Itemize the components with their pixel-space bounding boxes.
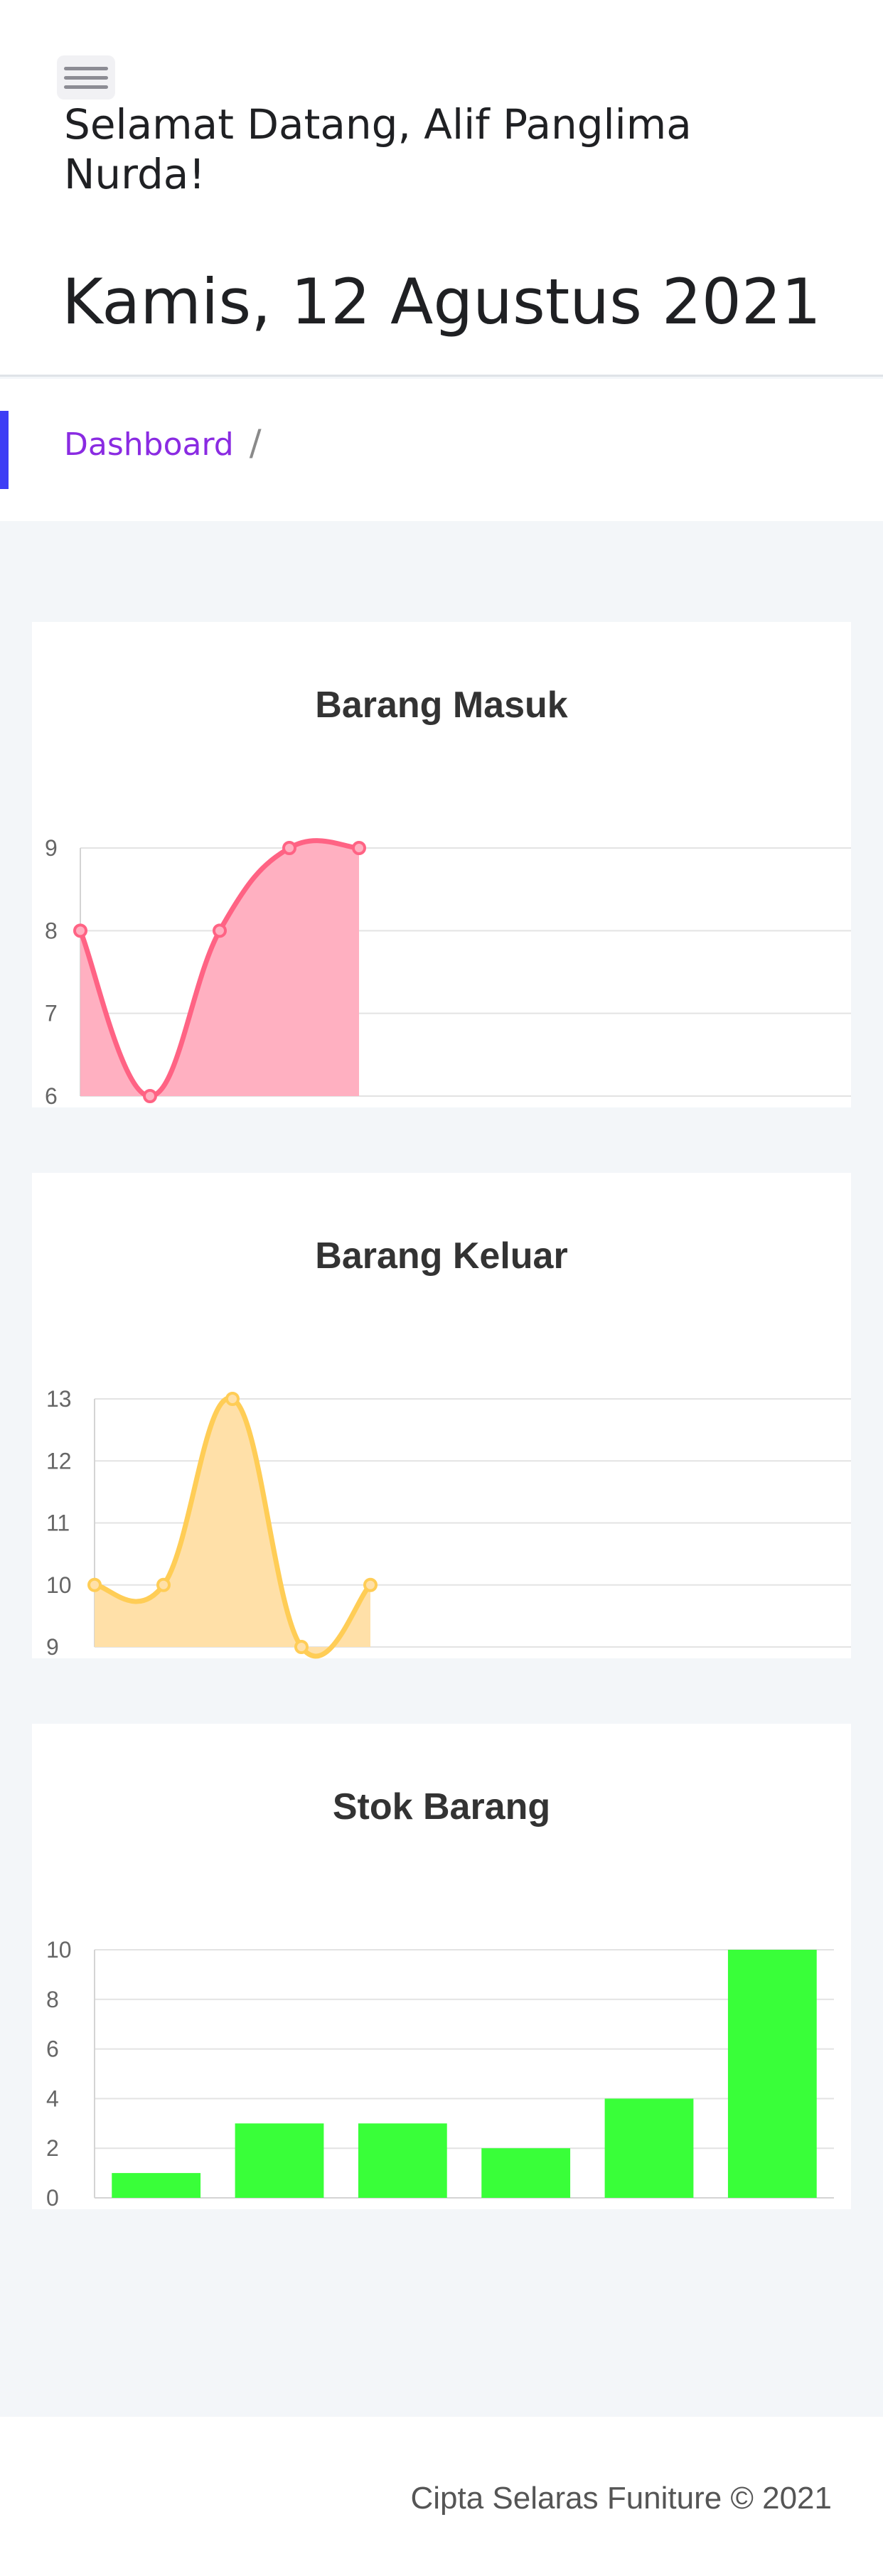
chart-card-barang-masuk: Barang Masuk 6789 — [32, 622, 851, 1109]
y-tick-label: 13 — [46, 1386, 72, 1412]
top-header: Selamat Datang, Alif Panglima Nurda! Kam… — [0, 0, 883, 377]
data-point — [156, 1577, 171, 1592]
breadcrumb: Dashboard / — [64, 422, 262, 466]
breadcrumb-dashboard-link[interactable]: Dashboard — [64, 426, 234, 463]
bar — [235, 2123, 324, 2198]
series-area — [95, 1398, 370, 1656]
hamburger-icon — [64, 67, 108, 70]
bar — [358, 2123, 447, 2198]
barang-keluar-chart: 9 10 11 12 13 — [46, 1386, 851, 1660]
footer-copyright: Cipta Selaras Funiture © 2021 — [410, 2481, 832, 2516]
y-tick-label: 12 — [46, 1448, 72, 1474]
y-tick-label: 4 — [46, 2086, 59, 2111]
y-tick-label: 6 — [45, 1083, 58, 1109]
y-tick-label: 2 — [46, 2135, 59, 2161]
welcome-message: Selamat Datang, Alif Panglima Nurda! — [64, 100, 692, 198]
data-point — [352, 841, 366, 855]
bar — [112, 2173, 201, 2198]
chart-card-barang-keluar: Barang Keluar 9 10 11 12 13 — [32, 1173, 851, 1660]
hamburger-icon — [64, 85, 108, 89]
current-date: Kamis, 12 Agustus 2021 — [62, 265, 821, 338]
y-tick-label: 7 — [45, 1001, 58, 1026]
data-point — [363, 1577, 378, 1592]
y-tick-label: 9 — [46, 1634, 59, 1660]
bar — [604, 2098, 694, 2198]
y-tick-label: 9 — [45, 835, 58, 861]
data-point — [225, 1392, 240, 1406]
data-point — [87, 1577, 102, 1592]
y-tick-label: 10 — [46, 1572, 72, 1598]
breadcrumb-bar: Dashboard / — [0, 379, 883, 521]
data-point — [213, 923, 227, 938]
hamburger-menu-button[interactable] — [57, 55, 115, 100]
bar — [727, 1950, 817, 2198]
breadcrumb-separator: / — [249, 422, 262, 463]
y-tick-label: 6 — [46, 2036, 59, 2062]
hamburger-icon — [64, 76, 108, 80]
y-tick-label: 0 — [46, 2185, 59, 2211]
stok-barang-chart: 0 2 4 6 8 10 — [46, 1937, 834, 2211]
chart-card-stok-barang: Stok Barang 0 2 4 6 8 10 — [32, 1724, 851, 2211]
y-tick-label: 8 — [45, 918, 58, 943]
data-point — [73, 923, 87, 938]
y-tick-label: 11 — [46, 1510, 70, 1536]
barang-masuk-chart: 6 7 8 9 — [45, 835, 851, 1109]
bar — [481, 2148, 571, 2198]
footer: Cipta Selaras Funiture © 2021 — [0, 2417, 883, 2576]
active-indicator — [0, 411, 9, 489]
y-tick-label: 8 — [46, 1987, 59, 2012]
y-tick-label: 10 — [46, 1937, 72, 1963]
data-point — [282, 841, 296, 855]
data-point — [294, 1640, 309, 1654]
data-point — [143, 1089, 157, 1103]
